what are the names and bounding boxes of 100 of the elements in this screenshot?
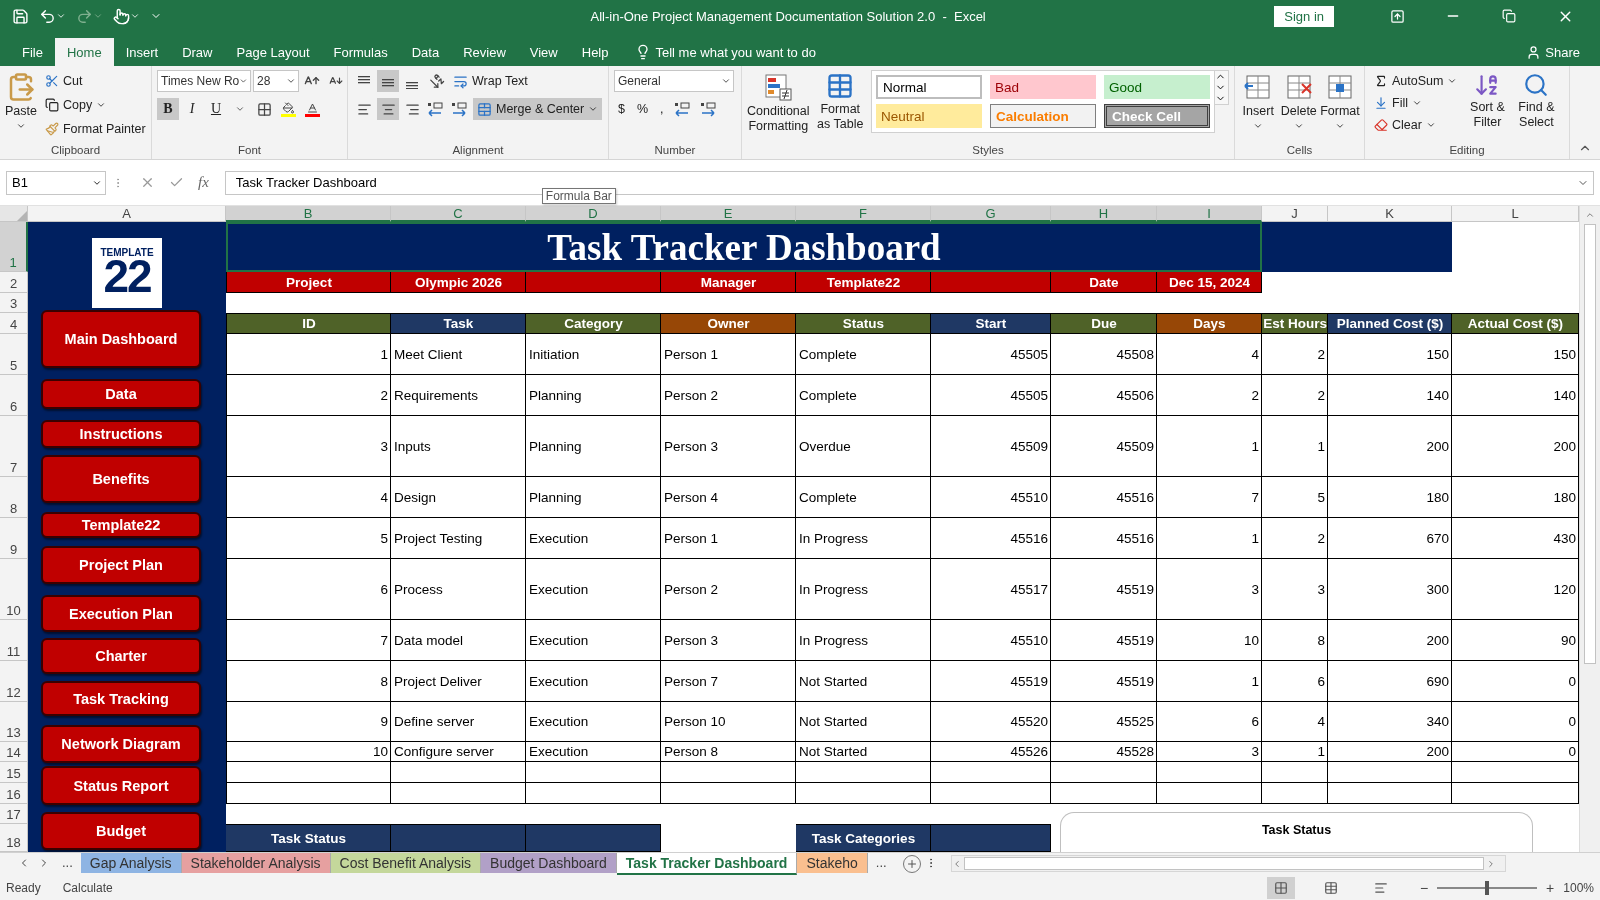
touch-mode-icon[interactable] [113, 7, 140, 25]
nav-button[interactable]: Template22 [41, 512, 201, 538]
sheet-tab[interactable]: Stakeho [797, 853, 868, 873]
format-painter-button[interactable]: Format Painter [40, 118, 150, 140]
row-header[interactable]: 18 [0, 824, 28, 852]
redo-icon[interactable] [76, 7, 103, 25]
menu-tab[interactable]: Home [54, 38, 114, 66]
number-format-button[interactable]: , [656, 98, 668, 120]
row-header[interactable]: 17 [0, 804, 28, 824]
sheet-tab[interactable]: Cost Benefit Analysis [330, 853, 482, 873]
number-format-button[interactable]: % [632, 98, 653, 120]
column-header[interactable]: I [1157, 206, 1262, 222]
font-size-dropdown[interactable]: 28 [253, 70, 299, 92]
nav-button[interactable]: Instructions [41, 420, 201, 448]
row-header[interactable]: 13 [0, 702, 28, 742]
menu-tab[interactable]: Review [451, 38, 518, 66]
autosum-button[interactable]: AutoSum [1370, 70, 1462, 92]
insert-function-button[interactable]: fx [198, 174, 209, 191]
menu-tab[interactable]: Data [399, 38, 452, 66]
sign-in-button[interactable]: Sign in [1274, 5, 1334, 27]
row-header[interactable]: 9 [0, 518, 28, 559]
nav-button[interactable]: Project Plan [41, 546, 201, 584]
row-header[interactable]: 8 [0, 477, 28, 518]
undo-icon[interactable] [39, 7, 66, 25]
share-button[interactable]: Share [1520, 38, 1586, 66]
column-header[interactable]: G [931, 206, 1051, 222]
zoom-out-button[interactable]: − [1416, 880, 1432, 896]
column-header[interactable]: H [1051, 206, 1157, 222]
column-header[interactable]: K [1328, 206, 1452, 222]
cell-style[interactable]: Good [1104, 75, 1210, 99]
row-header[interactable]: 12 [0, 661, 28, 702]
merge-center-button[interactable]: Merge & Center [473, 98, 603, 120]
font-name-dropdown[interactable]: Times New Ro [157, 70, 251, 92]
nav-button[interactable]: Status Report [41, 766, 201, 805]
menu-tab[interactable]: Draw [170, 38, 225, 66]
nav-button[interactable]: Data [41, 379, 201, 409]
column-header[interactable]: F [796, 206, 931, 222]
sort-filter-button[interactable]: Sort & Filter [1465, 70, 1510, 143]
nav-button[interactable]: Charter [41, 638, 201, 674]
menu-tab[interactable]: File [10, 38, 55, 66]
sheet-tab[interactable]: Budget Dashboard [481, 853, 617, 873]
cell-style[interactable]: Normal [876, 75, 982, 99]
number-format-button[interactable]: $ [614, 98, 629, 120]
sheet-tab[interactable]: Gap Analysis [80, 853, 182, 873]
name-box[interactable]: B1 [6, 170, 106, 195]
format-as-table-button[interactable]: Format as Table [813, 70, 867, 143]
cells-button[interactable]: Delete [1280, 70, 1317, 143]
gallery-scroll[interactable] [1215, 70, 1229, 105]
horizontal-align-icon[interactable] [377, 98, 399, 120]
column-header[interactable]: J [1262, 206, 1328, 222]
row-header[interactable]: 15 [0, 762, 28, 783]
more-sheets[interactable]: ... [54, 853, 81, 870]
column-header[interactable]: A [28, 206, 226, 222]
cell-style[interactable]: Neutral [876, 104, 982, 128]
row-header[interactable]: 6 [0, 375, 28, 416]
row-header[interactable]: 1 [0, 222, 28, 272]
column-header[interactable]: B [226, 206, 391, 222]
horizontal-scrollbar[interactable] [950, 855, 1506, 872]
row-header[interactable]: 7 [0, 416, 28, 477]
sheet-tab[interactable]: Task Tracker Dashboard [616, 853, 798, 875]
font-style-button[interactable]: U [205, 98, 227, 120]
save-icon[interactable] [12, 7, 29, 25]
sheet-tab[interactable]: Stakeholder Analysis [181, 853, 331, 873]
row-header[interactable]: 3 [0, 293, 28, 313]
nav-button[interactable]: Network Diagram [41, 725, 201, 763]
font-style-button[interactable]: I [181, 98, 203, 120]
zoom-level[interactable]: 100% [1563, 881, 1594, 895]
more-sheets[interactable]: ... [867, 853, 895, 870]
number-format-dropdown[interactable]: General [614, 70, 734, 92]
clear-button[interactable]: Clear [1370, 114, 1462, 136]
row-header[interactable]: 11 [0, 620, 28, 661]
column-header[interactable]: L [1452, 206, 1579, 222]
row-header[interactable]: 5 [0, 334, 28, 375]
menu-tab[interactable]: Insert [113, 38, 171, 66]
column-header[interactable]: E [661, 206, 796, 222]
normal-view-icon[interactable] [1266, 877, 1295, 899]
nav-button[interactable]: Task Tracking [41, 681, 201, 716]
nav-button[interactable]: Benefits [41, 455, 201, 503]
find-select-button[interactable]: Find & Select [1513, 70, 1560, 143]
column-header[interactable]: C [391, 206, 526, 222]
font-style-button[interactable]: B [157, 98, 179, 120]
menu-tab[interactable]: View [517, 38, 570, 66]
cells-button[interactable]: Insert [1240, 70, 1277, 143]
paste-button[interactable]: Paste [5, 70, 37, 143]
row-header[interactable]: 16 [0, 783, 28, 804]
nav-button[interactable]: Budget [41, 812, 201, 850]
menu-tab[interactable]: Page Layout [224, 38, 322, 66]
vertical-scrollbar[interactable] [1579, 206, 1600, 852]
column-header[interactable]: D [526, 206, 661, 222]
vertical-align-icon[interactable] [377, 70, 399, 92]
conditional-formatting-button[interactable]: Conditional Formatting [747, 70, 810, 143]
nav-button[interactable]: Execution Plan [41, 595, 201, 632]
menu-tab[interactable]: Help [569, 38, 621, 66]
row-header[interactable]: 10 [0, 559, 28, 620]
nav-button[interactable]: Main Dashboard [41, 310, 201, 368]
wrap-text-button[interactable]: Wrap Text [449, 70, 532, 92]
menu-tab[interactable]: Formulas [321, 38, 400, 66]
fill-button[interactable]: Fill [1370, 92, 1462, 114]
tell-me-search[interactable]: Tell me what you want to do [628, 38, 822, 66]
cancel-icon[interactable] [140, 175, 155, 190]
